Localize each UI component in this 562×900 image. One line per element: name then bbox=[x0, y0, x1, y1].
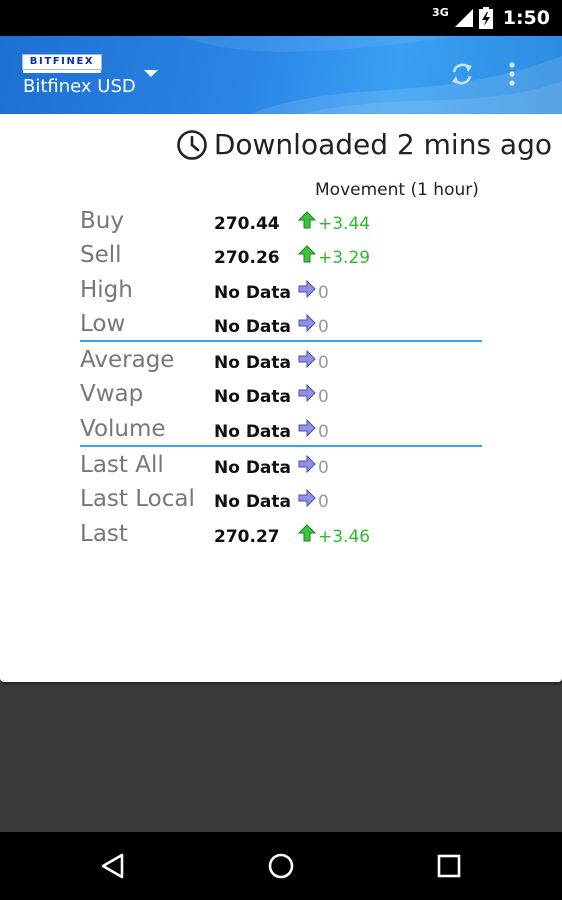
table-row: Average No Data 0 bbox=[0, 347, 562, 381]
row-change: +3.46 bbox=[318, 527, 371, 547]
row-change: 0 bbox=[318, 492, 329, 512]
row-change: 0 bbox=[318, 353, 329, 373]
row-label: Volume bbox=[80, 416, 166, 442]
table-row: High No Data 0 bbox=[0, 277, 562, 311]
row-value: No Data bbox=[214, 353, 292, 373]
home-icon[interactable] bbox=[265, 850, 297, 882]
ticker-card: Downloaded 2 mins ago Movement (1 hour) … bbox=[0, 114, 562, 682]
refresh-icon[interactable] bbox=[448, 60, 476, 88]
row-change: 0 bbox=[318, 283, 329, 303]
row-label: Last Local bbox=[80, 486, 195, 512]
row-value: No Data bbox=[214, 283, 292, 303]
table-row: Buy 270.44 +3.44 bbox=[0, 208, 562, 242]
row-change: +3.44 bbox=[318, 214, 371, 234]
appbar-wave-decoration bbox=[180, 36, 562, 114]
row-value: 270.27 bbox=[214, 527, 280, 547]
row-value: No Data bbox=[214, 492, 292, 512]
divider bbox=[80, 340, 482, 342]
table-row: Last 270.27 +3.46 bbox=[0, 521, 562, 555]
bitfinex-logo: BITFINEX bbox=[22, 54, 102, 73]
arrow-right-icon bbox=[298, 455, 316, 473]
nav-bar bbox=[0, 832, 562, 900]
row-label: Average bbox=[80, 347, 175, 373]
row-label: Buy bbox=[80, 208, 124, 234]
arrow-right-icon bbox=[298, 280, 316, 298]
battery-icon bbox=[478, 7, 493, 29]
row-change: 0 bbox=[318, 422, 329, 442]
row-label: Last bbox=[80, 521, 128, 547]
row-value: No Data bbox=[214, 317, 292, 337]
arrow-right-icon bbox=[298, 489, 316, 507]
overflow-menu-icon[interactable] bbox=[502, 60, 522, 88]
row-value: 270.44 bbox=[214, 214, 280, 234]
arrow-right-icon bbox=[298, 384, 316, 402]
row-change: 0 bbox=[318, 387, 329, 407]
downloaded-text: Downloaded 2 mins ago bbox=[213, 128, 552, 161]
row-value: 270.26 bbox=[214, 248, 280, 268]
table-row: Sell 270.26 +3.29 bbox=[0, 242, 562, 276]
arrow-right-icon bbox=[298, 419, 316, 437]
arrow-up-icon bbox=[298, 524, 316, 542]
clock: 1:50 bbox=[502, 7, 550, 29]
clock-icon bbox=[177, 129, 207, 160]
table-row: Last Local No Data 0 bbox=[0, 486, 562, 520]
row-change: 0 bbox=[318, 317, 329, 337]
movement-header: Movement (1 hour) bbox=[315, 180, 479, 200]
app-bar: BITFINEX Bitfinex USD bbox=[0, 36, 562, 114]
row-value: No Data bbox=[214, 387, 292, 407]
arrow-right-icon bbox=[298, 314, 316, 332]
row-value: No Data bbox=[214, 422, 292, 442]
network-type: 3G bbox=[432, 5, 449, 19]
status-bar: 3G 1:50 bbox=[0, 0, 562, 36]
back-icon[interactable] bbox=[98, 850, 130, 882]
row-label: Last All bbox=[80, 452, 164, 478]
row-label: Sell bbox=[80, 242, 122, 268]
row-change: +3.29 bbox=[318, 248, 371, 268]
arrow-right-icon bbox=[298, 350, 316, 368]
row-change: 0 bbox=[318, 458, 329, 478]
table-row: Vwap No Data 0 bbox=[0, 381, 562, 415]
row-label: Low bbox=[80, 311, 126, 337]
download-status: Downloaded 2 mins ago bbox=[176, 128, 552, 161]
row-label: Vwap bbox=[80, 381, 144, 407]
dropdown-arrow-icon[interactable] bbox=[144, 70, 158, 77]
table-row: Last All No Data 0 bbox=[0, 452, 562, 486]
exchange-selector-label[interactable]: Bitfinex USD bbox=[23, 76, 136, 97]
arrow-up-icon bbox=[298, 245, 316, 263]
arrow-up-icon bbox=[298, 211, 316, 229]
recents-icon[interactable] bbox=[433, 850, 465, 882]
signal-icon bbox=[454, 9, 473, 27]
row-value: No Data bbox=[214, 458, 292, 478]
divider bbox=[80, 445, 482, 447]
row-label: High bbox=[80, 277, 133, 303]
